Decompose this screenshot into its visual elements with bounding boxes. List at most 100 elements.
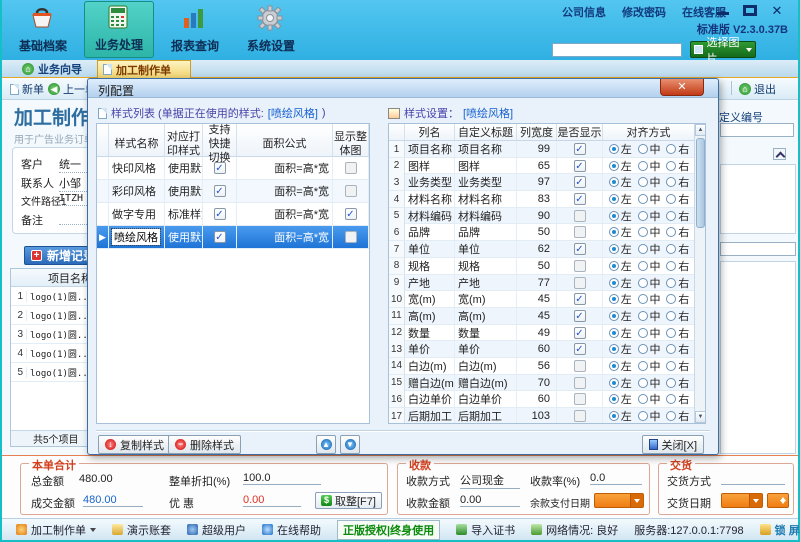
align-radio-右[interactable]: 右 xyxy=(666,224,689,240)
align-radio-左[interactable]: 左 xyxy=(608,158,632,174)
custom-title-cell[interactable]: 材料名称 xyxy=(455,191,517,208)
show-checkbox[interactable] xyxy=(573,376,586,389)
align-radio-左[interactable]: 左 xyxy=(608,325,632,341)
column-row[interactable]: 9 产地 产地 77 左中右 xyxy=(389,274,694,292)
align-radio-中[interactable]: 中 xyxy=(637,158,661,174)
column-width-cell[interactable]: 45 xyxy=(517,307,557,324)
column-width-cell[interactable]: 65 xyxy=(517,157,557,174)
align-radio-中[interactable]: 中 xyxy=(637,141,661,157)
show-checkbox[interactable]: ✓ xyxy=(573,293,586,306)
style-row[interactable]: 快印风格使用默认 ✓ 面积=高*宽 xyxy=(97,157,369,180)
align-radio-左[interactable]: 左 xyxy=(608,191,632,207)
column-row[interactable]: 3 业务类型 业务类型 97 ✓ 左中右 xyxy=(389,174,694,192)
statusbar-item[interactable]: 导入证书 xyxy=(448,522,523,538)
align-radio-右[interactable]: 右 xyxy=(666,325,689,341)
align-radio-右[interactable]: 右 xyxy=(666,208,689,224)
style-row[interactable]: 彩印风格使用默认 ✓ 面积=高*宽 xyxy=(97,180,369,203)
area-formula-cell[interactable]: 面积=高*宽 xyxy=(237,180,333,202)
align-radio-中[interactable]: 中 xyxy=(637,208,661,224)
show-checkbox[interactable] xyxy=(573,410,586,422)
column-width-cell[interactable]: 103 xyxy=(517,408,557,423)
statusbar-item[interactable]: 演示账套 xyxy=(104,522,179,538)
quick-switch-checkbox[interactable]: ✓ xyxy=(213,185,226,197)
show-checkbox[interactable] xyxy=(573,209,586,222)
show-checkbox[interactable]: ✓ xyxy=(573,343,586,356)
align-radio-左[interactable]: 左 xyxy=(608,174,632,190)
style-row[interactable]: 做字专用标准样式 ✓ 面积=高*宽 ✓ xyxy=(97,203,369,226)
column-row[interactable]: 13 单价 单价 60 ✓ 左中右 xyxy=(389,341,694,358)
column-width-cell[interactable]: 70 xyxy=(517,374,557,391)
align-radio-左[interactable]: 左 xyxy=(608,341,632,357)
column-row[interactable]: 17 后期加工 后期加工 103 左中右 xyxy=(389,408,694,423)
copy-style-button[interactable]: ↓ 复制样式 xyxy=(98,435,171,454)
print-style-cell[interactable]: 使用默认 xyxy=(165,180,203,202)
custom-title-cell[interactable]: 白边单价 xyxy=(455,391,517,408)
align-radio-左[interactable]: 左 xyxy=(608,241,632,257)
column-row[interactable]: 10 宽(m) 宽(m) 45 ✓ 左中右 xyxy=(389,291,694,308)
align-radio-左[interactable]: 左 xyxy=(608,208,632,224)
choose-image-button[interactable]: 选择图片 xyxy=(690,37,756,65)
delivery-date-dropdown[interactable] xyxy=(721,493,763,508)
nav-系统设置[interactable]: 系统设置 xyxy=(236,1,306,58)
column-width-cell[interactable]: 49 xyxy=(517,324,557,341)
custom-title-cell[interactable]: 赠白边(m) xyxy=(455,374,517,391)
align-radio-中[interactable]: 中 xyxy=(637,391,661,407)
area-formula-cell[interactable]: 面积=高*宽 xyxy=(237,226,333,248)
align-radio-右[interactable]: 右 xyxy=(666,241,689,257)
show-checkbox[interactable]: ✓ xyxy=(573,309,586,322)
align-radio-中[interactable]: 中 xyxy=(637,308,661,324)
scroll-up-icon[interactable]: ▲ xyxy=(695,124,705,136)
collapse-icon[interactable] xyxy=(773,148,786,160)
align-radio-右[interactable]: 右 xyxy=(666,391,689,407)
column-width-cell[interactable]: 90 xyxy=(517,207,557,224)
quick-switch-checkbox[interactable]: ✓ xyxy=(213,162,226,174)
tab-business-wizard[interactable]: ⌂ 业务向导 xyxy=(22,61,82,77)
statusbar-item[interactable]: 超级用户 xyxy=(179,522,254,538)
whole-image-checkbox[interactable] xyxy=(344,185,357,197)
column-width-cell[interactable]: 50 xyxy=(517,224,557,241)
column-width-cell[interactable]: 56 xyxy=(517,357,557,374)
column-width-cell[interactable]: 60 xyxy=(517,341,557,358)
align-radio-中[interactable]: 中 xyxy=(637,174,661,190)
align-radio-右[interactable]: 右 xyxy=(666,291,689,307)
discount-field[interactable]: 100.0 xyxy=(243,472,321,485)
pay-rate-field[interactable]: 0.0 xyxy=(590,472,642,485)
whole-image-checkbox[interactable]: ✓ xyxy=(344,208,357,220)
align-radio-右[interactable]: 右 xyxy=(666,341,689,357)
column-row[interactable]: 4 材料名称 材料名称 83 ✓ 左中右 xyxy=(389,191,694,208)
show-checkbox[interactable] xyxy=(573,393,586,406)
align-radio-中[interactable]: 中 xyxy=(637,291,661,307)
print-style-cell[interactable]: 标准样式 xyxy=(165,203,203,225)
align-radio-右[interactable]: 右 xyxy=(666,191,689,207)
align-radio-左[interactable]: 左 xyxy=(608,291,632,307)
align-radio-左[interactable]: 左 xyxy=(608,308,632,324)
align-radio-右[interactable]: 右 xyxy=(666,174,689,190)
column-width-cell[interactable]: 60 xyxy=(517,391,557,408)
show-checkbox[interactable]: ✓ xyxy=(573,159,586,172)
delete-style-button[interactable]: − 删除样式 xyxy=(168,435,241,454)
align-radio-左[interactable]: 左 xyxy=(608,358,632,374)
show-checkbox[interactable]: ✓ xyxy=(573,326,586,339)
show-checkbox[interactable]: ✓ xyxy=(573,193,586,206)
column-row[interactable]: 14 白边(m) 白边(m) 56 左中右 xyxy=(389,357,694,375)
delivery-method-field[interactable] xyxy=(721,472,785,485)
custom-title-cell[interactable]: 宽(m) xyxy=(455,291,517,308)
column-row[interactable]: 16 白边单价 白边单价 60 左中右 xyxy=(389,391,694,408)
scrollbar-thumb[interactable] xyxy=(696,138,705,228)
exit-button[interactable]: ⌂ 退出 xyxy=(739,81,776,97)
column-row[interactable]: 7 单位 单位 62 ✓ 左中右 xyxy=(389,241,694,258)
style-name-cell[interactable]: 彩印风格 xyxy=(109,180,165,202)
custom-title-cell[interactable]: 单位 xyxy=(455,241,517,258)
custom-title-cell[interactable]: 高(m) xyxy=(455,307,517,324)
print-style-cell[interactable]: 使用默认 xyxy=(165,226,203,248)
align-radio-右[interactable]: 右 xyxy=(666,275,689,291)
column-row[interactable]: 8 规格 规格 50 左中右 xyxy=(389,257,694,275)
whole-image-checkbox[interactable] xyxy=(344,162,357,174)
dialog-close-button[interactable]: ✕ xyxy=(660,79,704,96)
show-checkbox[interactable]: ✓ xyxy=(573,243,586,256)
column-width-cell[interactable]: 50 xyxy=(517,257,557,274)
scroll-down-icon[interactable]: ▼ xyxy=(695,411,705,423)
align-radio-右[interactable]: 右 xyxy=(666,158,689,174)
align-radio-中[interactable]: 中 xyxy=(637,408,661,423)
custom-title-cell[interactable]: 业务类型 xyxy=(455,174,517,191)
